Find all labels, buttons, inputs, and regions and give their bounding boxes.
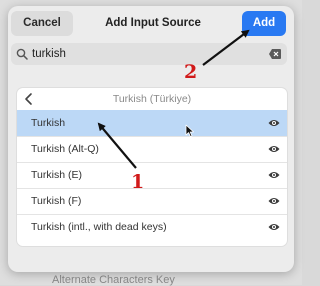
cancel-button[interactable]: Cancel — [11, 11, 73, 36]
mouse-cursor-icon — [185, 124, 194, 137]
list-item-turkish-f[interactable]: Turkish (F) — [17, 188, 287, 214]
add-button[interactable]: Add — [242, 11, 286, 36]
preview-eye-icon[interactable] — [268, 170, 280, 180]
annotation-label-2: 2 — [184, 61, 198, 83]
clear-search-icon[interactable] — [269, 49, 281, 59]
list-item-label: Turkish (F) — [31, 195, 82, 207]
preview-eye-icon[interactable] — [268, 118, 280, 128]
list-item-turkish-intl[interactable]: Turkish (intl., with dead keys) — [17, 214, 287, 240]
search-input[interactable] — [32, 43, 252, 65]
list-item-label: Turkish — [31, 117, 66, 129]
list-item-label: Turkish (E) — [31, 169, 82, 181]
dialog-title: Add Input Source — [105, 17, 201, 29]
preview-eye-icon[interactable] — [268, 222, 280, 232]
list-item-label: Turkish (Alt-Q) — [31, 143, 99, 155]
add-input-source-dialog: Cancel Add Input Source Add Turkish (Tür… — [8, 6, 294, 272]
background-setting-label: Alternate Characters Key — [52, 274, 175, 286]
list-header: Turkish (Türkiye) — [17, 88, 287, 110]
search-icon — [16, 48, 28, 60]
list-item-label: Turkish (intl., with dead keys) — [31, 221, 167, 233]
annotation-label-1: 1 — [131, 171, 145, 193]
preview-eye-icon[interactable] — [268, 144, 280, 154]
list-item-turkish[interactable]: Turkish — [17, 110, 287, 136]
input-source-list: Turkish (Türkiye) Turkish Turkish (Alt-Q… — [17, 88, 287, 246]
back-chevron-icon[interactable] — [24, 92, 34, 106]
search-field[interactable] — [11, 43, 287, 65]
list-item-turkish-alt-q[interactable]: Turkish (Alt-Q) — [17, 136, 287, 162]
preview-eye-icon[interactable] — [268, 196, 280, 206]
list-item-turkish-e[interactable]: Turkish (E) — [17, 162, 287, 188]
language-title: Turkish (Türkiye) — [112, 93, 192, 105]
